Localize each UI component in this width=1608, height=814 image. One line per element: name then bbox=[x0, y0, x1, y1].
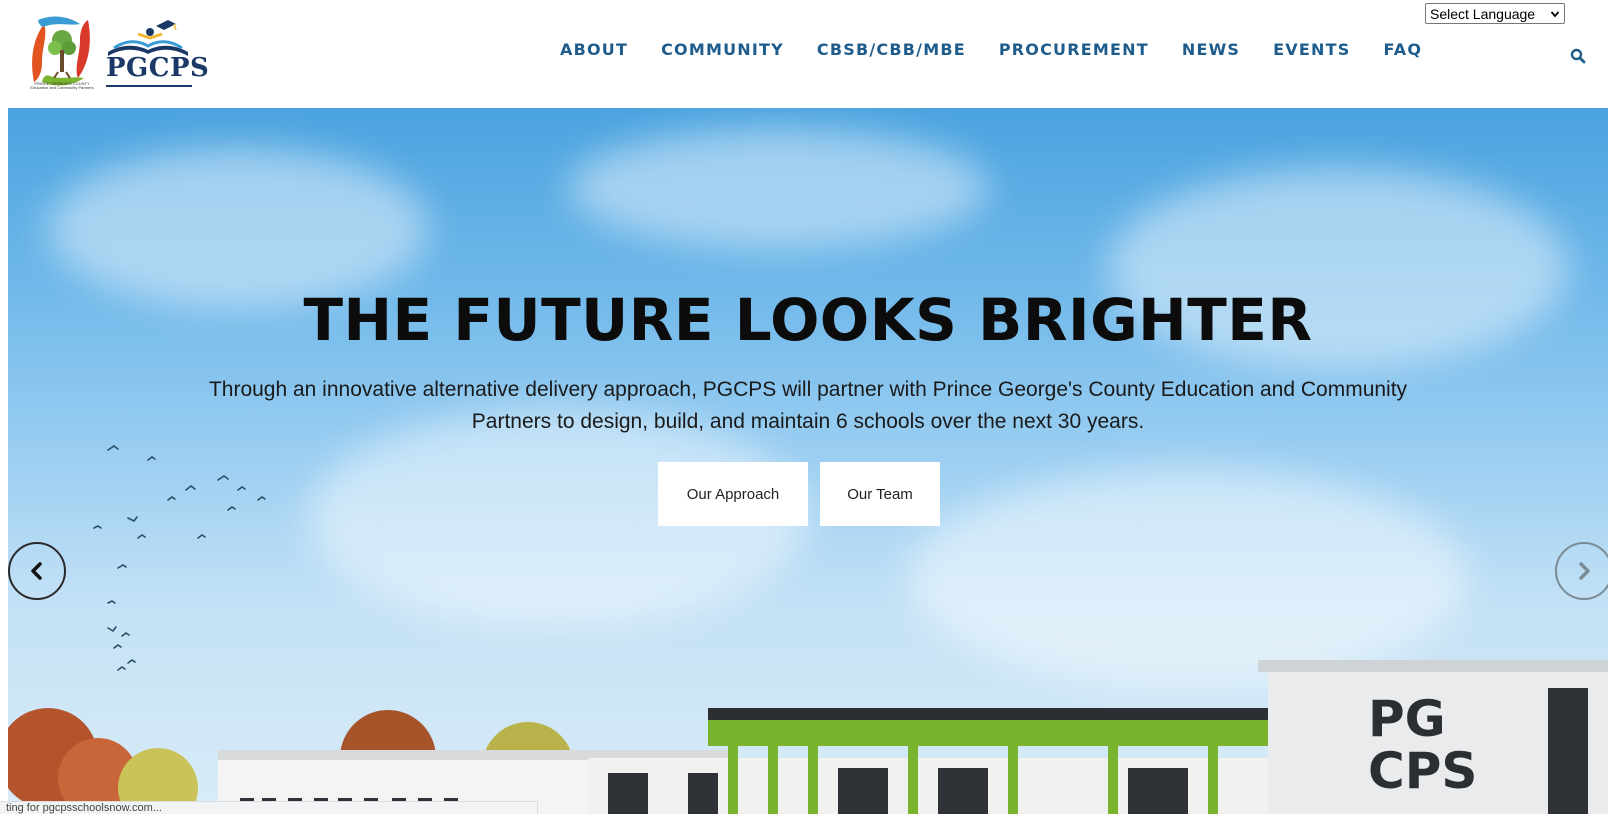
main-nav: ABOUT COMMUNITY CBSB/CBB/MBE PROCUREMENT… bbox=[560, 40, 1455, 59]
browser-status-bar: ting for pgcpsschoolsnow.com... bbox=[0, 801, 538, 814]
chevron-down-icon bbox=[1550, 10, 1560, 17]
slider-next-button[interactable] bbox=[1555, 542, 1608, 600]
building-sign-line1: PG bbox=[1368, 690, 1446, 748]
language-select-value: Select Language bbox=[1430, 5, 1536, 22]
logo-underline bbox=[106, 85, 192, 87]
nav-events[interactable]: EVENTS bbox=[1273, 40, 1350, 59]
nav-faq[interactable]: FAQ bbox=[1383, 40, 1422, 59]
nav-community[interactable]: COMMUNITY bbox=[661, 40, 784, 59]
nav-cbsb-cbb-mbe[interactable]: CBSB/CBB/MBE bbox=[817, 40, 966, 59]
cloud bbox=[568, 128, 988, 248]
chevron-left-icon bbox=[31, 562, 42, 580]
school-building-illustration: PG CPS bbox=[8, 660, 1608, 814]
language-select[interactable]: Select Language bbox=[1425, 3, 1565, 24]
logo-caption: PRINCE GEORGE'S COUNTY Education and Com… bbox=[30, 81, 94, 90]
partners-logo-icon[interactable] bbox=[28, 12, 94, 92]
our-team-button[interactable]: Our Team bbox=[820, 462, 940, 526]
cloud bbox=[48, 148, 428, 308]
hero-subtitle: Through an innovative alternative delive… bbox=[208, 378, 1408, 433]
chevron-right-icon bbox=[1579, 562, 1590, 580]
pgcps-book-icon[interactable] bbox=[104, 18, 192, 58]
nav-news[interactable]: NEWS bbox=[1182, 40, 1240, 59]
nav-procurement[interactable]: PROCUREMENT bbox=[999, 40, 1149, 59]
building-sign-line2: CPS bbox=[1368, 742, 1477, 800]
hero-title: THE FUTURE LOOKS BRIGHTER bbox=[303, 286, 1313, 354]
our-approach-button[interactable]: Our Approach bbox=[658, 462, 808, 526]
hero-slider: THE FUTURE LOOKS BRIGHTER Through an inn… bbox=[8, 108, 1608, 814]
site-header: PRINCE GEORGE'S COUNTY Education and Com… bbox=[0, 0, 1608, 108]
nav-about[interactable]: ABOUT bbox=[560, 40, 628, 59]
slider-prev-button[interactable] bbox=[8, 542, 66, 600]
search-icon[interactable] bbox=[1570, 48, 1586, 64]
logo-wordmark[interactable]: PGCPS bbox=[106, 53, 209, 83]
